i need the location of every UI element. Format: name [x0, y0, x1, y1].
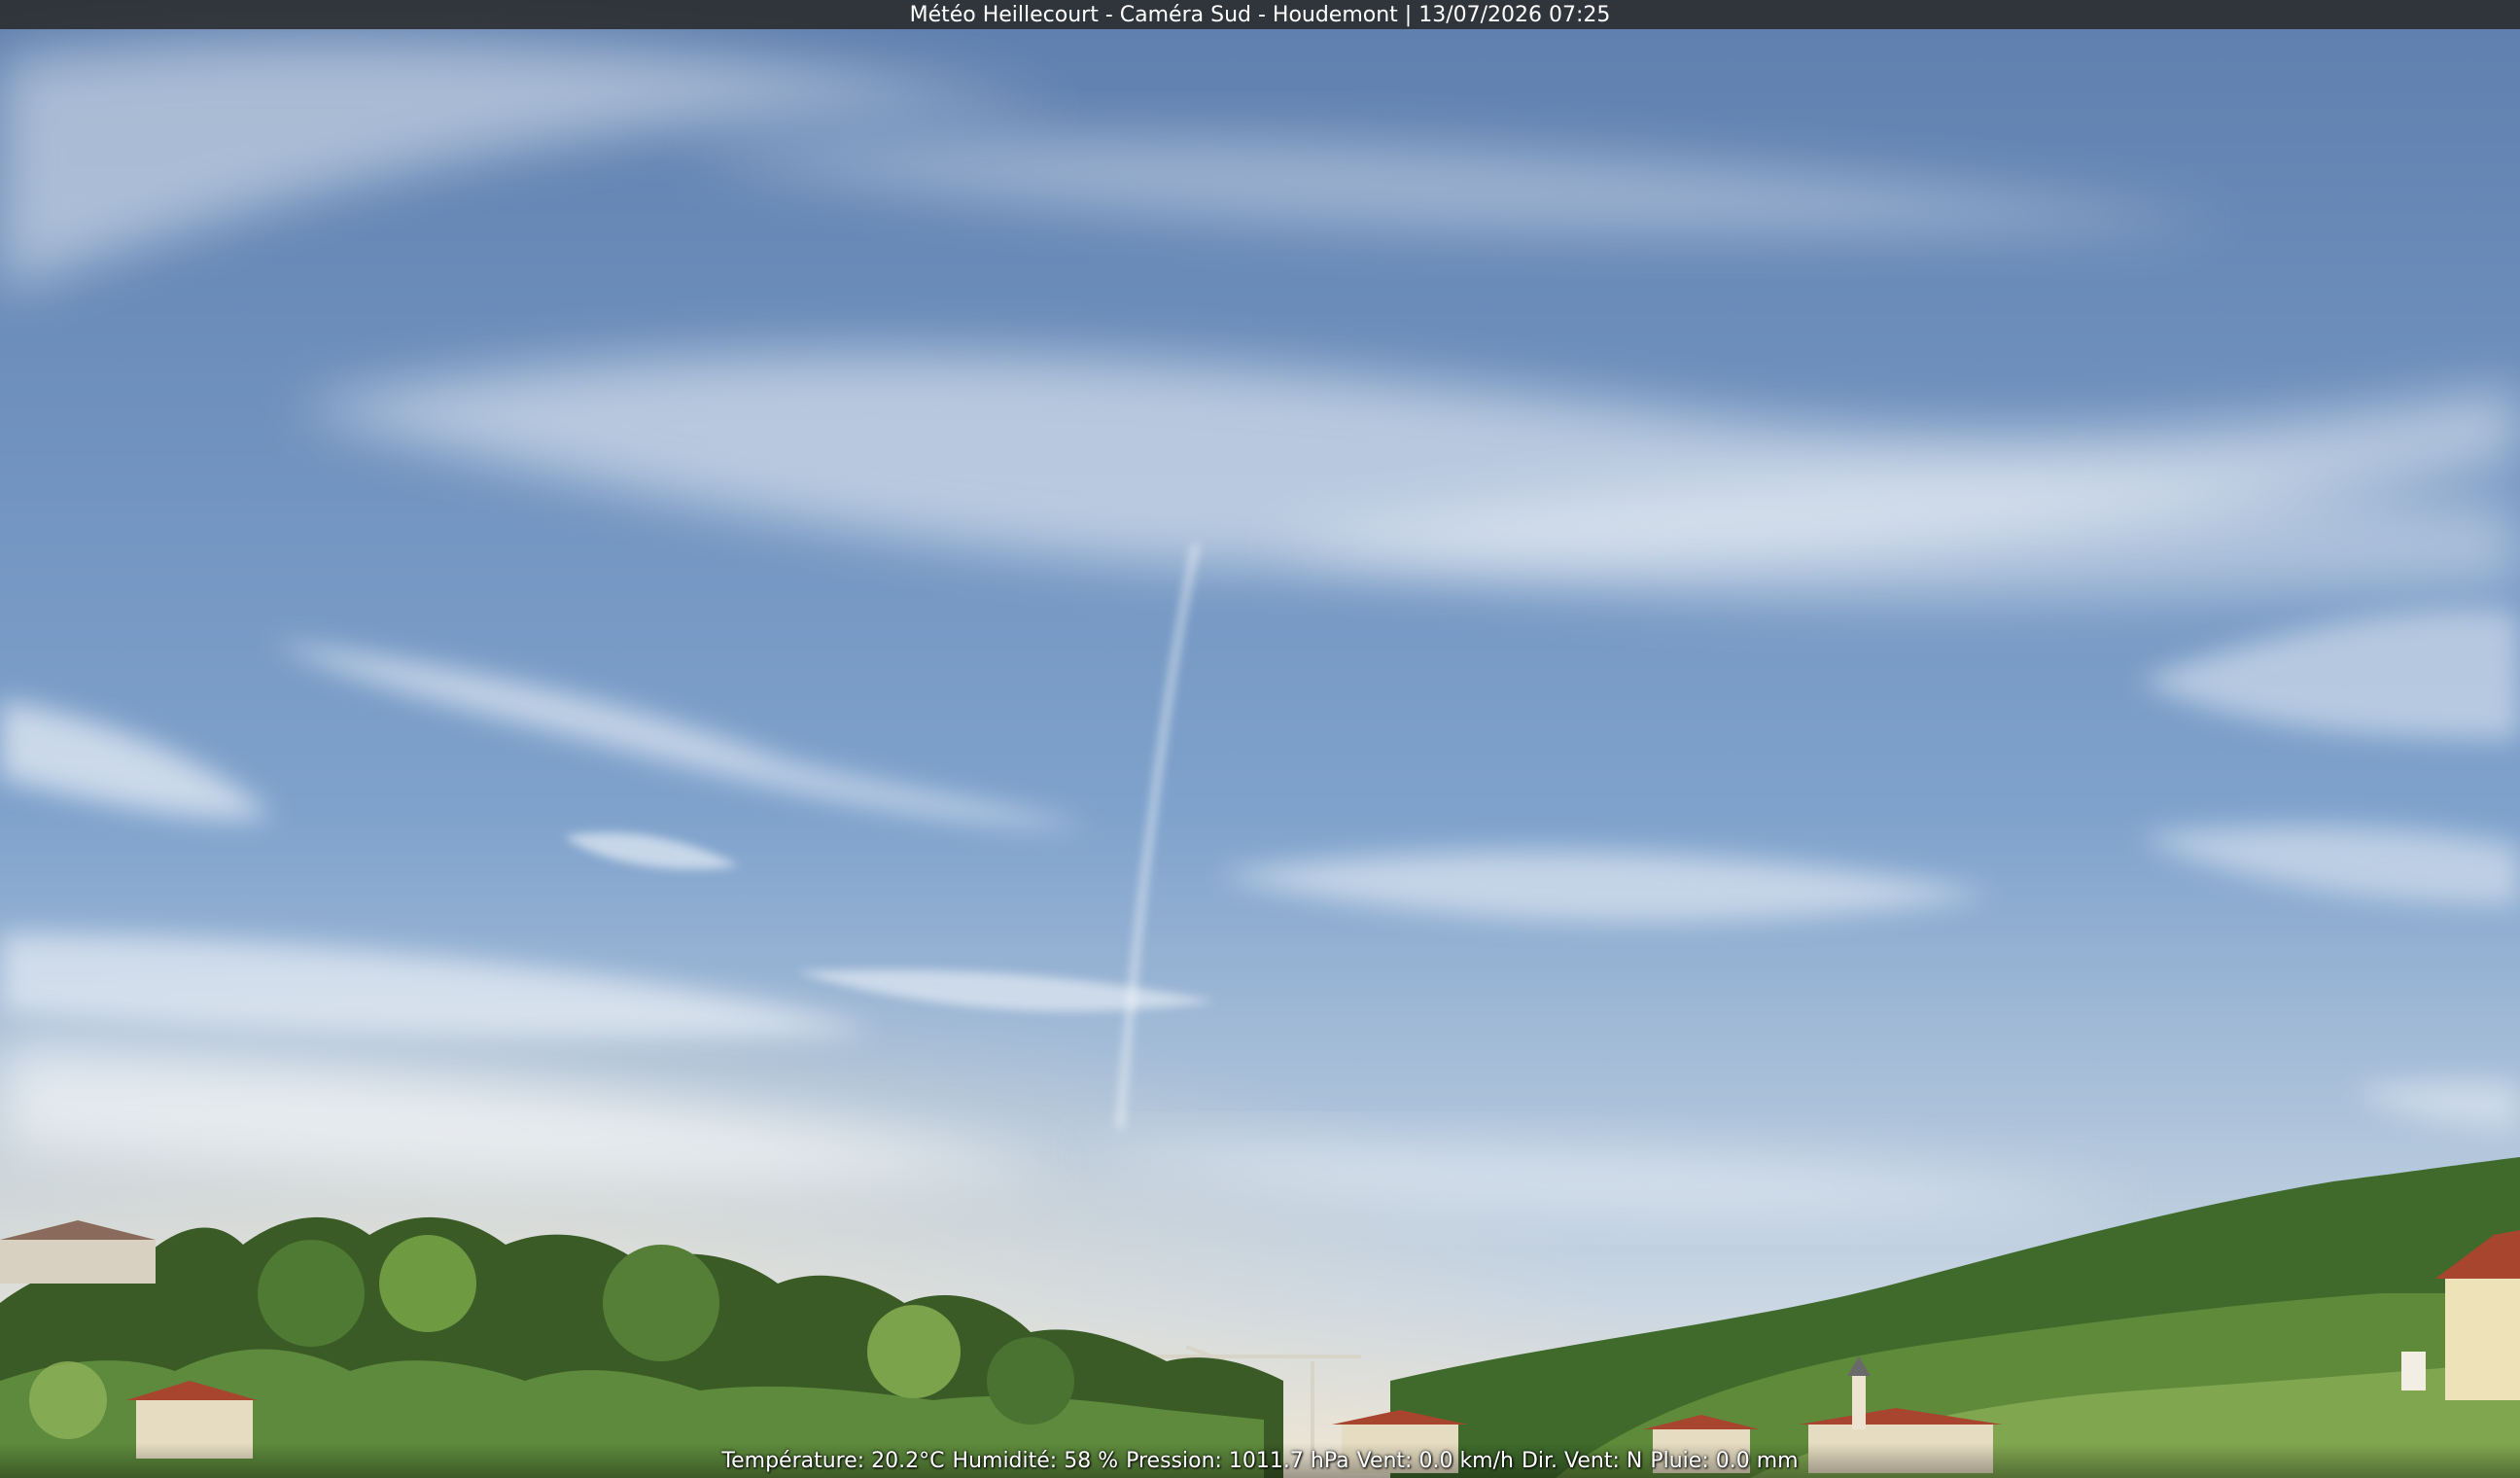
webcam-sky-scene: [0, 0, 2520, 1478]
pressure-reading: Pression: 1011.7 hPa: [1126, 1448, 1349, 1473]
rain-reading: Pluie: 0.0 mm: [1650, 1448, 1799, 1473]
wind-direction-reading: Dir. Vent: N: [1521, 1448, 1643, 1473]
weather-readings-bar: Température: 20.2°C Humidité: 58 % Press…: [0, 1443, 2520, 1478]
wind-speed-reading: Vent: 0.0 km/h: [1356, 1448, 1514, 1473]
temperature-reading: Température: 20.2°C: [721, 1448, 945, 1473]
humidity-reading: Humidité: 58 %: [952, 1448, 1119, 1473]
camera-title-bar: Météo Heillecourt - Caméra Sud - Houdemo…: [0, 0, 2520, 29]
camera-title: Météo Heillecourt - Caméra Sud - Houdemo…: [909, 2, 1611, 27]
